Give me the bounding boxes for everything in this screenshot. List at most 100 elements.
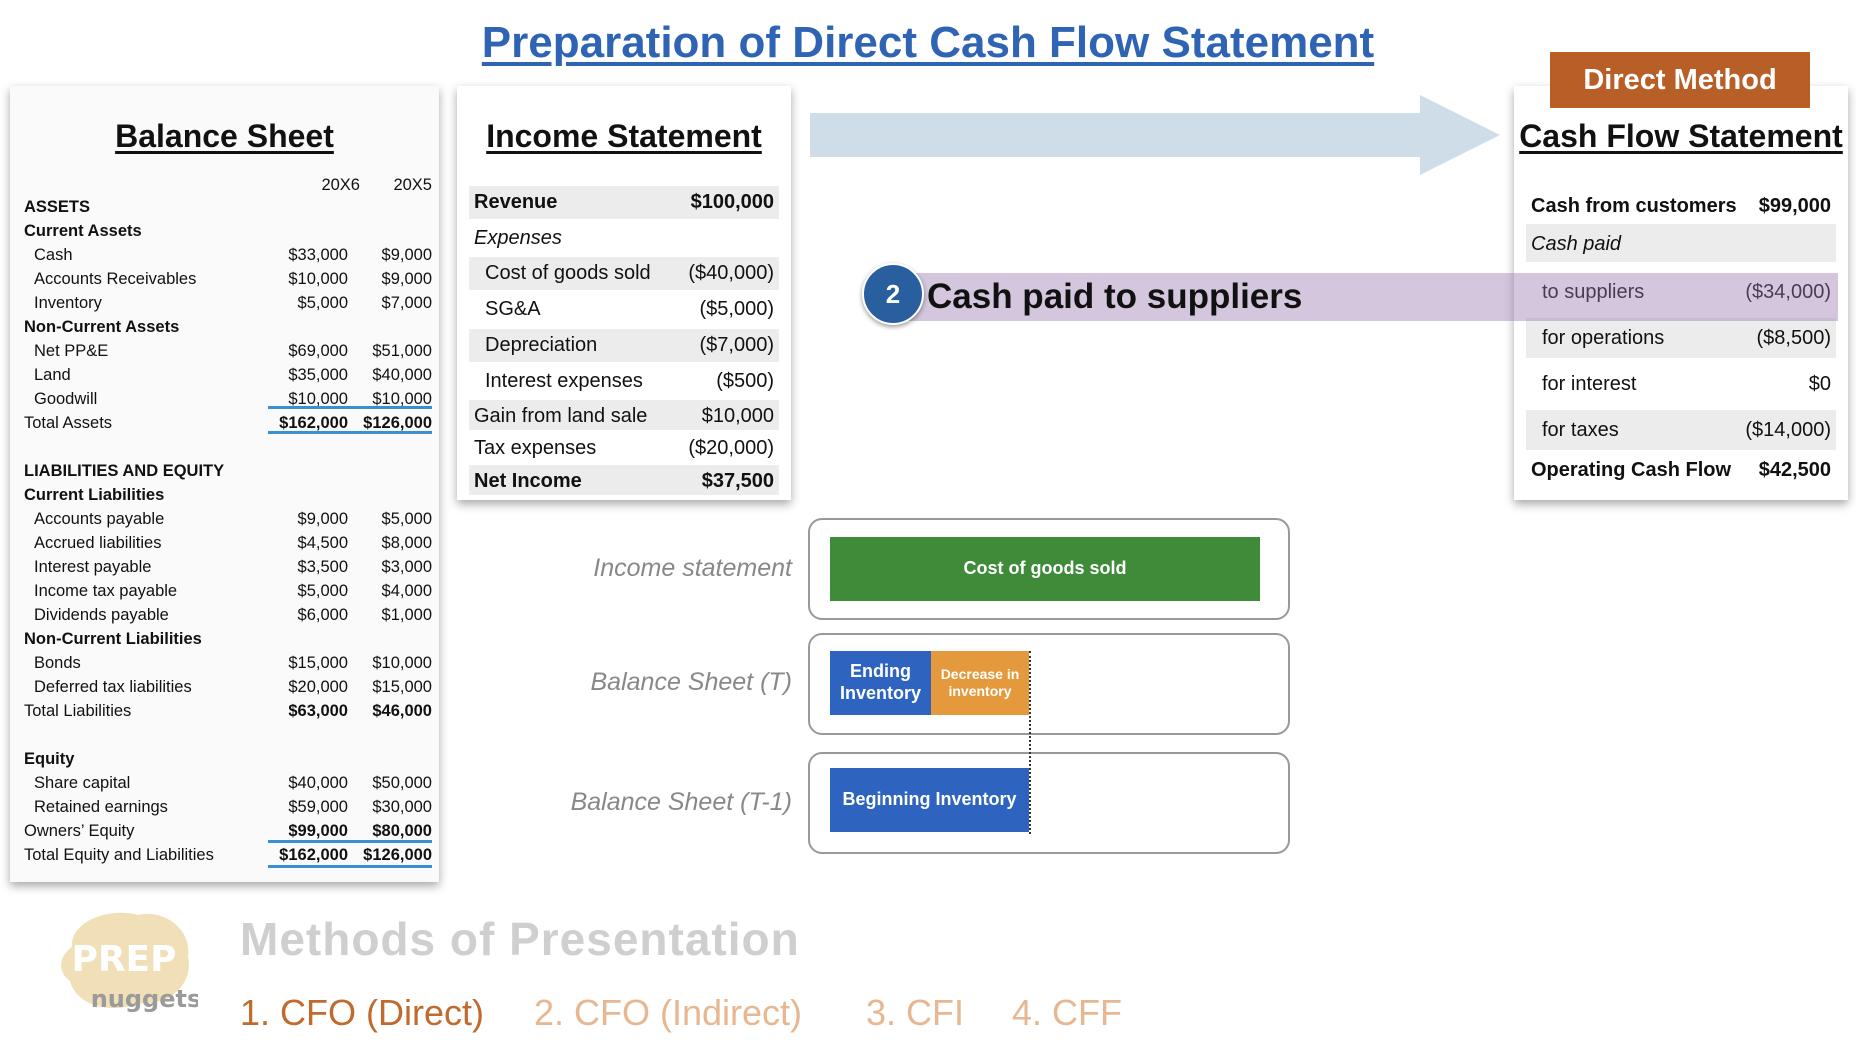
balance-sheet-row: Non-Current Assets (24, 318, 432, 342)
balance-sheet-row: Accrued liabilities $4,500 $8,000 (24, 534, 432, 558)
balance-sheet-row: Share capital $40,000 $50,000 (24, 774, 432, 798)
value-20x6: $6,000 (297, 606, 348, 624)
income-statement-row: SG&A ($5,000) (469, 293, 779, 326)
cash-flow-row: for operations ($8,500) (1526, 318, 1836, 358)
value-20x5: $126,000 (363, 846, 432, 864)
value-20x5: $3,000 (381, 558, 432, 576)
cash-flow-statement-title: Cash Flow Statement (1519, 118, 1843, 154)
row-label: Owners’ Equity (24, 822, 135, 840)
method-cfo-indirect[interactable]: 2. CFO (Indirect) (534, 992, 802, 1034)
subtotal-rule (268, 406, 432, 409)
balance-sheet-row: Land $35,000 $40,000 (24, 366, 432, 390)
row-label: Land (34, 366, 71, 384)
balance-sheet-row: Non-Current Liabilities (24, 630, 432, 654)
balance-sheet-row: Interest payable $3,500 $3,000 (24, 558, 432, 582)
balance-sheet-row: Retained earnings $59,000 $30,000 (24, 798, 432, 822)
value-20x6: $5,000 (297, 582, 348, 600)
balance-sheet-row: Total Assets $162,000 $126,000 (24, 414, 432, 438)
balance-sheet-row: ASSETS (24, 198, 432, 222)
row-value: ($8,500) (1756, 327, 1832, 349)
value-20x5: $5,000 (381, 510, 432, 528)
diagram-row-label: Income statement (593, 554, 792, 582)
balance-sheet-row: Dividends payable $6,000 $1,000 (24, 606, 432, 630)
cash-flow-row: Cash from customers $99,000 (1526, 186, 1836, 224)
balance-sheet-row: Accounts Receivables $10,000 $9,000 (24, 270, 432, 294)
value-20x5: $8,000 (381, 534, 432, 552)
row-value: ($500) (716, 370, 774, 392)
row-label: Accounts Receivables (34, 270, 197, 288)
direct-method-badge: Direct Method (1550, 52, 1810, 108)
balance-sheet-row: Equity (24, 750, 432, 774)
spacer-row (24, 438, 432, 462)
balance-sheet-row: Net PP&E $69,000 $51,000 (24, 342, 432, 366)
row-label: Dividends payable (34, 606, 169, 624)
row-value: $99,000 (1758, 195, 1831, 217)
value-20x6: $4,500 (297, 534, 348, 552)
total-rule (268, 865, 432, 868)
value-20x6: $9,000 (297, 510, 348, 528)
row-label: Deferred tax liabilities (34, 678, 192, 696)
column-header-20x6: 20X6 (321, 176, 360, 194)
row-label: Interest expenses (485, 370, 643, 392)
income-statement-row: Expenses (469, 222, 779, 255)
method-cfi[interactable]: 3. CFI (866, 992, 964, 1034)
row-label: Non-Current Liabilities (24, 630, 202, 648)
row-label: Share capital (34, 774, 131, 792)
value-20x6: $35,000 (288, 366, 348, 384)
row-label: Gain from land sale (474, 405, 648, 427)
method-cff[interactable]: 4. CFF (1012, 992, 1122, 1034)
income-statement-panel: Income Statement Revenue $100,000 Expenses… (457, 86, 791, 500)
row-label: Total Liabilities (24, 702, 132, 720)
income-statement-title: Income Statement (486, 118, 762, 154)
row-label: Non-Current Assets (24, 318, 180, 336)
row-value: $42,500 (1758, 459, 1831, 481)
value-20x6: $40,000 (288, 774, 348, 792)
row-value: ($5,000) (699, 298, 775, 320)
cash-flow-row: for taxes ($14,000) (1526, 410, 1836, 450)
row-label: Cash from customers (1531, 195, 1737, 217)
column-header-20x5: 20X5 (393, 176, 432, 194)
row-label: SG&A (485, 298, 541, 320)
row-label: ASSETS (24, 198, 91, 216)
value-20x5: $9,000 (381, 246, 432, 264)
row-value: ($7,000) (699, 334, 775, 356)
row-label: Retained earnings (34, 798, 168, 816)
row-label: Goodwill (34, 390, 98, 408)
income-statement-row: Tax expenses ($20,000) (469, 432, 779, 462)
income-statement-row: Gain from land sale $10,000 (469, 400, 779, 430)
balance-sheet-row: Deferred tax liabilities $20,000 $15,000 (24, 678, 432, 702)
spacer-row (24, 726, 432, 750)
balance-sheet-row: Cash $33,000 $9,000 (24, 246, 432, 270)
row-label: Interest payable (34, 558, 152, 576)
value-20x5: $15,000 (372, 678, 432, 696)
diagram-row-label: Balance Sheet (T-1) (570, 788, 792, 816)
diagram-row-label: Balance Sheet (T) (590, 668, 793, 696)
row-label: for operations (1542, 327, 1665, 349)
balance-sheet-row: LIABILITIES AND EQUITY (24, 462, 432, 486)
row-label: Accounts payable (34, 510, 165, 528)
flow-arrow-icon (810, 95, 1500, 175)
row-value: ($20,000) (688, 437, 774, 459)
value-20x6: $59,000 (288, 798, 348, 816)
value-20x6: $99,000 (288, 822, 348, 840)
row-value: $10,000 (701, 405, 774, 427)
value-20x5: $46,000 (372, 702, 432, 720)
row-label: for taxes (1542, 419, 1619, 441)
value-20x5: $9,000 (381, 270, 432, 288)
beginning-inventory-bar: Beginning Inventory (830, 768, 1029, 832)
row-label: Cash paid (1531, 233, 1622, 255)
subtotal-rule (268, 840, 432, 843)
row-label: Total Assets (24, 414, 113, 432)
value-20x5: $30,000 (372, 798, 432, 816)
value-20x5: $50,000 (372, 774, 432, 792)
value-20x5: $10,000 (372, 654, 432, 672)
prep-nuggets-logo: PREP nuggets (61, 912, 198, 1013)
row-label: for interest (1542, 373, 1637, 395)
income-statement-row: Net Income $37,500 (469, 465, 779, 495)
svg-text:PREP: PREP (71, 939, 176, 980)
value-20x5: $4,000 (381, 582, 432, 600)
value-20x5: $1,000 (381, 606, 432, 624)
method-cfo-direct[interactable]: 1. CFO (Direct) (240, 992, 484, 1034)
cash-flow-row: Cash paid (1526, 224, 1836, 262)
balance-sheet-row: Current Liabilities (24, 486, 432, 510)
